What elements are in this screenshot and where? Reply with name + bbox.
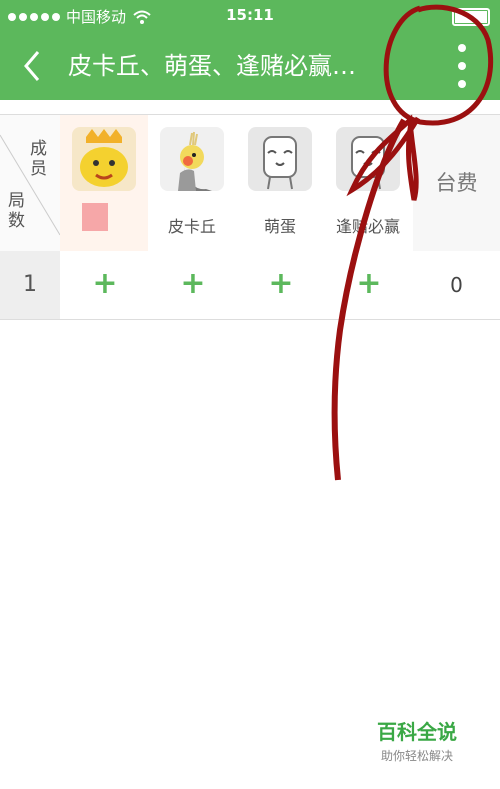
member-name: 萌蛋	[263, 217, 296, 236]
fee-header: 台费	[413, 115, 500, 252]
member-mengdan[interactable]: 萌蛋	[236, 115, 324, 252]
watermark-title: 百科全说	[377, 720, 457, 744]
member-fengdubiying[interactable]: 逢赌必赢	[324, 115, 412, 252]
add-score-button[interactable]: +	[354, 269, 384, 299]
status-bar: 中国移动 15:11	[0, 0, 500, 32]
table-row: 1 + + + + 0	[0, 251, 500, 320]
member-self[interactable]	[60, 115, 148, 252]
round-number: 1	[0, 251, 60, 319]
corner-divider	[0, 134, 60, 236]
app-header: 中国移动 15:11 皮卡丘、萌蛋、逢赌必赢…	[0, 0, 500, 100]
nav-bar: 皮卡丘、萌蛋、逢赌必赢…	[0, 32, 500, 100]
status-time: 15:11	[226, 6, 274, 24]
battery-icon	[452, 8, 490, 26]
cartoon-face-avatar	[248, 127, 312, 191]
watermark-brand: 百科全说 助你轻松解决	[362, 716, 472, 764]
back-icon[interactable]	[18, 48, 48, 84]
page-title: 皮卡丘、萌蛋、逢赌必赢…	[68, 52, 356, 80]
yellow-crown-avatar	[72, 127, 136, 191]
add-score-button[interactable]: +	[178, 269, 208, 299]
add-score-button[interactable]: +	[266, 269, 296, 299]
round-fee-value[interactable]: 0	[413, 251, 500, 319]
member-name: 皮卡丘	[167, 217, 216, 236]
member-header-row: 成员 局数 皮卡丘 萌蛋 逢赌必赢 台费	[0, 114, 500, 253]
header-spacer	[0, 100, 500, 114]
member-name-placeholder	[82, 203, 108, 231]
cartoon-face-avatar	[336, 127, 400, 191]
score-table: 成员 局数 皮卡丘 萌蛋 逢赌必赢 台费 1 + + + + 0	[0, 114, 500, 320]
table-corner: 成员 局数	[0, 115, 60, 252]
fee-label: 台费	[435, 171, 478, 195]
add-score-button[interactable]: +	[90, 269, 120, 299]
corner-members-label: 成员	[30, 139, 47, 179]
more-menu-icon[interactable]	[452, 44, 472, 88]
member-pikachu[interactable]: 皮卡丘	[148, 115, 236, 252]
cockatiel-avatar	[160, 127, 224, 191]
watermark-subtitle: 助你轻松解决	[380, 749, 453, 763]
corner-rounds-label: 局数	[8, 191, 25, 231]
member-name: 逢赌必赢	[335, 217, 400, 236]
